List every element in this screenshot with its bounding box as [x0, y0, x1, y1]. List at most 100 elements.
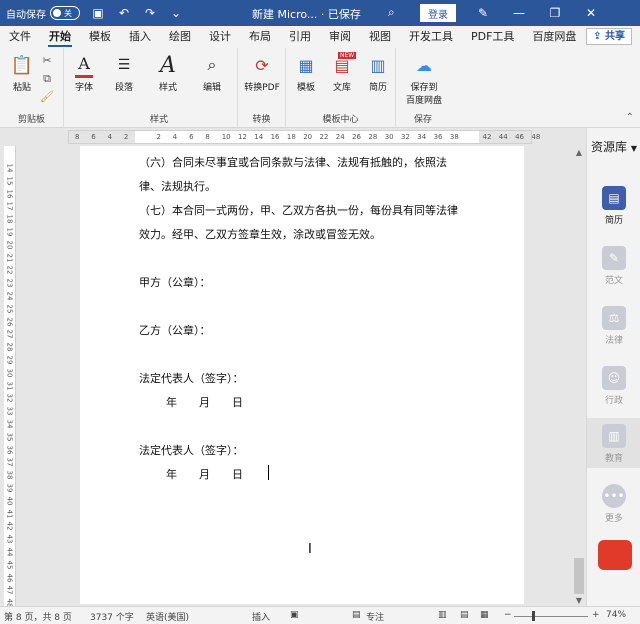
- ruler-tick: 22: [5, 265, 14, 275]
- ruler-tick: 25: [5, 304, 14, 314]
- focus-label[interactable]: 专注: [366, 610, 384, 623]
- ruler-tick: 47: [5, 585, 14, 595]
- zoom-out-icon[interactable]: −: [504, 610, 512, 620]
- pane-item-label: 法律: [604, 336, 623, 346]
- pane-item-admin[interactable]: ☺ 行政: [587, 366, 640, 406]
- tab-5[interactable]: 设计: [200, 26, 240, 48]
- edit-button[interactable]: ⌕ 编辑: [192, 52, 232, 93]
- tab-8[interactable]: 审阅: [320, 26, 360, 48]
- customize-icon[interactable]: ⌄: [168, 5, 184, 21]
- save-icon[interactable]: ▣: [90, 5, 106, 21]
- ruler-tick: 41: [5, 509, 14, 519]
- ruler-tick: 24: [5, 291, 14, 301]
- autosave-toggle[interactable]: 关: [50, 6, 80, 20]
- print-layout-icon[interactable]: ▤: [460, 610, 469, 620]
- pane-item-label: 简历: [604, 216, 623, 226]
- pane-item-education[interactable]: ▥ 教育: [587, 418, 640, 468]
- styles-icon: A: [160, 52, 176, 78]
- ruler-tick: 26: [5, 317, 14, 327]
- tab-2[interactable]: 模板: [80, 26, 120, 48]
- tab-4[interactable]: 绘图: [160, 26, 200, 48]
- cut-icon[interactable]: ✂: [40, 54, 54, 68]
- zoom-slider-knob[interactable]: [532, 611, 535, 621]
- scroll-thumb[interactable]: [574, 558, 584, 594]
- ruler-tick: 21: [5, 253, 14, 263]
- paste-button[interactable]: 📋 粘贴: [2, 52, 42, 94]
- pane-item-law[interactable]: ⚖ 法律: [587, 306, 640, 346]
- tab-12[interactable]: 百度网盘: [523, 26, 585, 48]
- tab-6[interactable]: 布局: [240, 26, 280, 48]
- document-page[interactable]: （六）合同未尽事宜或合同条款与法律、法规有抵触的，依照法 律、法规执行。 （七）…: [80, 146, 524, 604]
- ruler-tick: 33: [5, 406, 14, 416]
- zoom-level[interactable]: 74%: [606, 610, 626, 620]
- font-button[interactable]: A 字体: [64, 52, 104, 93]
- status-bar: 第 8 页，共 8 页 3737 个字 英语(美国) 插入 ▣ ▤ 专注 ▥ ▤…: [0, 606, 640, 624]
- scroll-up-icon[interactable]: ▲: [572, 148, 586, 157]
- redo-icon[interactable]: ↷: [142, 5, 158, 21]
- ruler-tick: 22: [319, 133, 329, 141]
- copy-icon[interactable]: ⧉: [40, 72, 54, 86]
- horizontal-ruler[interactable]: 8 6 4 2 2 4 6 8 10 12 14 16 18 20 22 24 26 28 30 32 34 36 38 42…: [68, 130, 540, 144]
- language[interactable]: 英语(美国): [146, 610, 189, 623]
- ruler-tick: 27: [5, 329, 14, 339]
- tab-7[interactable]: 引用: [280, 26, 320, 48]
- education-icon: ▥: [602, 424, 626, 448]
- focus-icon[interactable]: ▤: [352, 610, 361, 620]
- save-group: ☁ 保存到 百度网盘 保存: [396, 48, 450, 128]
- red-packet-icon[interactable]: [598, 540, 632, 570]
- ruler-tick: 8: [205, 133, 210, 141]
- tab-0[interactable]: 文件: [0, 26, 40, 48]
- pane-title[interactable]: 资源库 ▼: [587, 138, 640, 155]
- doc-line: （七）本合同一式两份，甲、乙双方各执一份，每份具有同等法律: [139, 204, 458, 217]
- doc-date-line: 年 月 日: [166, 396, 243, 409]
- zoom-in-icon[interactable]: +: [592, 610, 600, 620]
- tab-9[interactable]: 视图: [360, 26, 400, 48]
- share-button[interactable]: ⇪ 共享: [586, 28, 632, 45]
- more-icon: •••: [602, 484, 626, 508]
- tab-10[interactable]: 开发工具: [400, 26, 462, 48]
- save-baidu-button[interactable]: ☁ 保存到 百度网盘: [398, 52, 450, 107]
- scroll-down-icon[interactable]: ▼: [572, 596, 586, 605]
- format-painter-icon[interactable]: 🖌: [40, 90, 54, 104]
- tab-1[interactable]: 开始: [40, 26, 80, 48]
- tab-11[interactable]: PDF工具: [462, 26, 523, 48]
- pen-icon[interactable]: ✎: [466, 0, 500, 26]
- macro-icon[interactable]: ▣: [290, 610, 299, 620]
- close-icon[interactable]: ✕: [574, 0, 608, 26]
- read-mode-icon[interactable]: ▥: [438, 610, 447, 620]
- page-count[interactable]: 第 8 页，共 8 页: [4, 610, 72, 623]
- template-button[interactable]: ▦ 模板: [288, 52, 324, 94]
- login-button[interactable]: 登录: [420, 4, 456, 22]
- convert-pdf-button[interactable]: ⟳ 转换PDF: [240, 52, 284, 94]
- pane-item-more[interactable]: ••• 更多: [587, 484, 640, 524]
- minimize-icon[interactable]: —: [502, 0, 536, 26]
- pane-item-label: 教育: [604, 454, 623, 464]
- pane-item-essay[interactable]: ✎ 范文: [587, 246, 640, 286]
- web-layout-icon[interactable]: ▦: [480, 610, 489, 620]
- collapse-ribbon-icon[interactable]: ⌃: [626, 112, 634, 123]
- edit-label: 编辑: [202, 83, 221, 93]
- essay-icon: ✎: [602, 246, 626, 270]
- ruler-tick: 18: [5, 214, 14, 224]
- undo-icon[interactable]: ↶: [116, 5, 132, 21]
- ruler-tick: 43: [5, 534, 14, 544]
- word-count[interactable]: 3737 个字: [90, 610, 134, 623]
- vertical-scrollbar[interactable]: ▲ ▼: [572, 146, 586, 606]
- zoom-slider-track[interactable]: [514, 616, 588, 617]
- ruler-tick: 30: [384, 133, 394, 141]
- styles-button[interactable]: A 样式: [148, 52, 188, 94]
- doc-line: 律、法规执行。: [139, 180, 216, 193]
- font-paragraph-group: A 字体 ☰ 段落 A 样式 ⌕ 编辑 样式: [64, 48, 238, 128]
- resource-pane: 资源库 ▼ ▤ 简历 ✎ 范文 ⚖ 法律 ☺ 行政 ▥ 教育 ••• 更多: [586, 128, 640, 606]
- vertical-ruler[interactable]: 14 15 16 17 18 19 20 21 22 23 24 25 26 27 28 29 30 31 32 33…: [4, 146, 16, 608]
- paragraph-button[interactable]: ☰ 段落: [104, 52, 144, 93]
- ruler-tick: 17: [5, 201, 14, 211]
- ruler-tick: 40: [5, 496, 14, 506]
- search-icon[interactable]: ⌕: [388, 5, 395, 20]
- doc-line: 效力。经甲、乙双方签章生效，涂改或冒签无效。: [139, 228, 381, 241]
- restore-icon[interactable]: ❐: [538, 0, 572, 26]
- insert-mode[interactable]: 插入: [252, 610, 270, 623]
- pane-item-resume[interactable]: ▤ 简历: [587, 186, 640, 226]
- resume-button[interactable]: ▥ 简历: [360, 52, 396, 94]
- tab-3[interactable]: 插入: [120, 26, 160, 48]
